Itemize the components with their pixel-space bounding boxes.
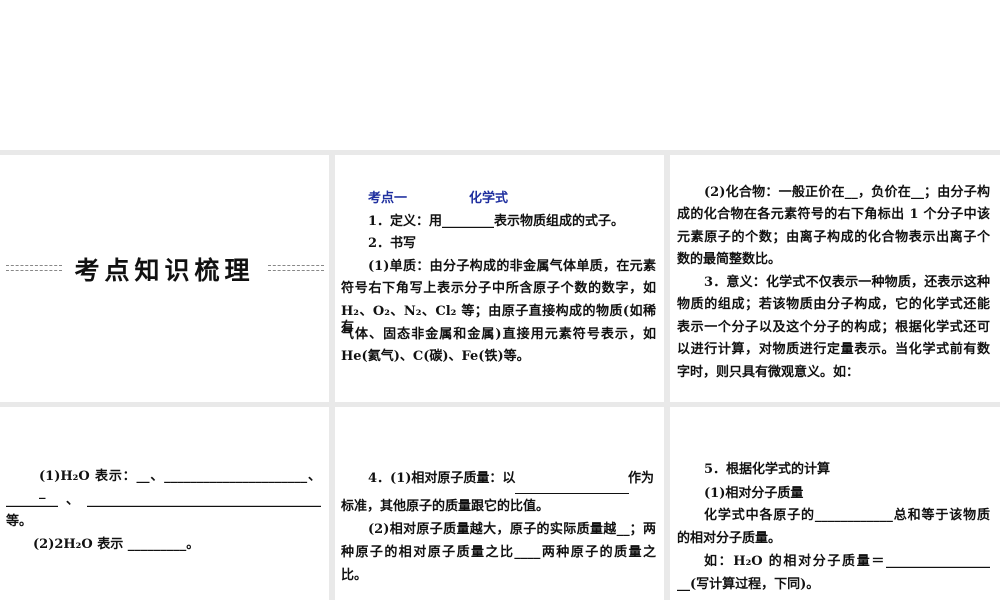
text-line: (2)化合物：一般正价在__，负价在__；由分子构: [704, 185, 990, 200]
section-label: 考点一: [368, 191, 408, 206]
top-blank-area: [0, 0, 1000, 150]
text-line: __(写计算过程，下同)。: [677, 577, 820, 592]
text-line: 数的最简整数比。: [677, 252, 782, 267]
text-line: 种原子的相对原子质量之比____两种原子的质量之: [341, 545, 656, 560]
text-line: 4．(1)相对原子质量：以: [368, 471, 516, 486]
text-line: 5．根据化学式的计算: [704, 462, 831, 477]
text-line: 比。: [341, 568, 368, 583]
text-line: 1．定义：用________表示物质组成的式子。: [368, 214, 625, 229]
compound-panel: (2)化合物：一般正价在__，负价在__；由分子构 成的化合物在各元素符号的右下…: [670, 155, 1000, 402]
text-line: 2．书写: [368, 236, 417, 251]
text-line: 作为: [628, 471, 655, 486]
atomic-mass-panel: 4．(1)相对原子质量：以 作为 标准，其他原子的质量跟它的比值。 (2)相对原…: [335, 407, 664, 600]
text-line: 化学式中各原子的____________总和等于该物质: [704, 508, 990, 523]
text-line: 以进行计算，对物质进行定量表示。当化学式前有数: [677, 342, 990, 357]
right-dashed-divider: [268, 265, 324, 271]
text-line: 成的化合物在各元素符号的右下角标出 1 个分子中该: [677, 207, 990, 222]
text-line: 如：H₂O 的相对分子质量＝________________: [704, 554, 990, 569]
text-line: 等。: [6, 514, 33, 529]
text-line: 元素原子的个数；由离子构成的化合物表示出离子个: [677, 230, 990, 245]
blank-line: [515, 493, 629, 494]
water-panel: (1)H₂O 表示：__、______________________、_ __…: [0, 407, 329, 600]
text-line: ________、_______________________________…: [6, 493, 321, 508]
text-line: 气体、固态非金属和金属)直接用元素符号表示，如: [341, 327, 656, 342]
text-line: 物质的组成；若该物质由分子构成，它的化学式还能: [677, 297, 990, 312]
title-panel: 考点知识梳理: [0, 155, 329, 402]
text-line: (2)2H₂O 表示 _________。: [33, 537, 200, 552]
text-line: (1)相对分子质量: [704, 486, 804, 501]
text-line: 标准，其他原子的质量跟它的比值。: [341, 499, 550, 514]
calculation-panel: 5．根据化学式的计算 (1)相对分子质量 化学式中各原子的___________…: [670, 407, 1000, 600]
text-line: He(氦气)、C(碳)、Fe(铁)等。: [341, 349, 530, 364]
text-line: (1)单质：由分子构成的非金属气体单质，在元素: [368, 259, 656, 274]
text-line: 的相对分子质量。: [677, 531, 782, 546]
section-heading: 考点知识梳理: [74, 256, 255, 285]
formula-panel: 考点一 化学式 1．定义：用________表示物质组成的式子。 2．书写 (1…: [335, 155, 664, 402]
text-line: 符号右下角写上表示分子中所含原子个数的数字，如: [341, 281, 656, 296]
text-line: (2)相对原子质量越大，原子的实际质量越__；两: [368, 522, 656, 537]
section-title: 化学式: [469, 191, 509, 206]
text-line: 表示一个分子以及这个分子的构成；根据化学式还可: [677, 320, 990, 335]
text-line: 字时，则只具有微观意义。如：: [677, 365, 860, 380]
text-line: 3．意义：化学式不仅表示一种物质，还表示这种: [704, 275, 990, 290]
